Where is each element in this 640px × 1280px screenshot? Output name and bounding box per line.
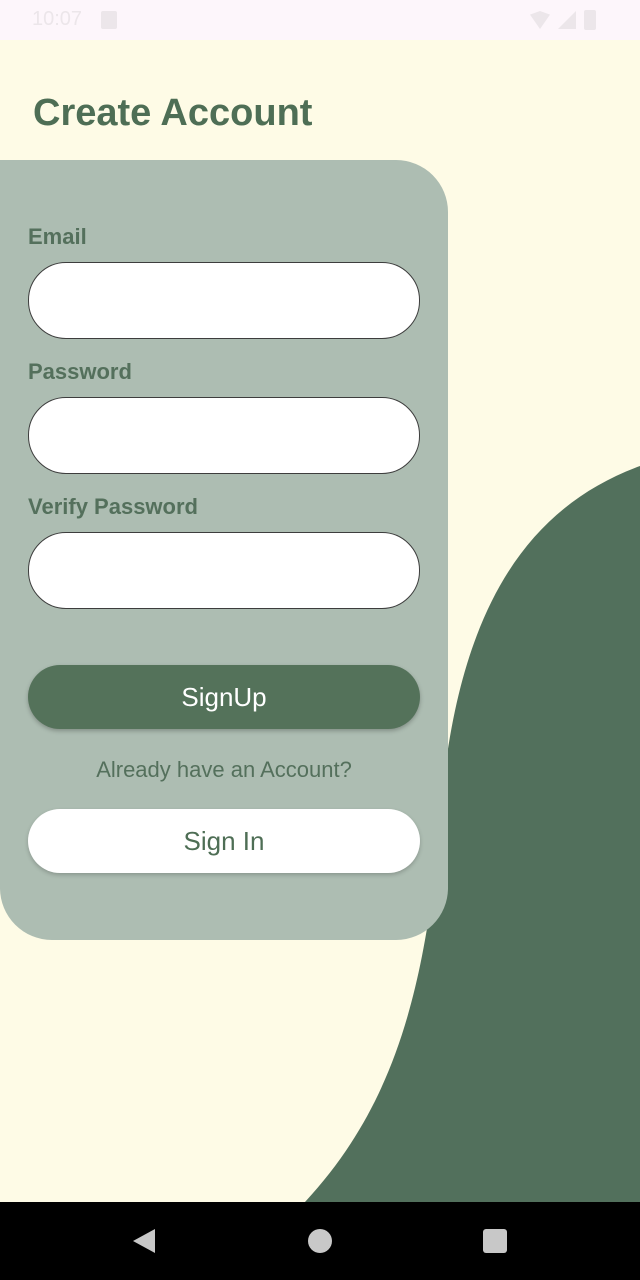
page-title: Create Account [33, 92, 313, 134]
signup-button[interactable]: SignUp [28, 665, 420, 729]
already-have-account-text: Already have an Account? [96, 757, 352, 782]
password-label: Password [28, 359, 132, 384]
verify-password-field[interactable] [28, 532, 420, 609]
verify-password-label: Verify Password [28, 494, 198, 519]
home-icon[interactable] [308, 1229, 332, 1253]
navigation-bar [0, 1202, 640, 1280]
password-field[interactable] [28, 397, 420, 474]
signup-card: Email Password Verify Password SignUp Al… [0, 160, 448, 940]
email-field[interactable] [28, 262, 420, 339]
sign-in-button[interactable]: Sign In [28, 809, 420, 873]
recents-icon[interactable] [483, 1229, 507, 1253]
email-label: Email [28, 224, 87, 249]
back-icon[interactable] [133, 1229, 155, 1253]
